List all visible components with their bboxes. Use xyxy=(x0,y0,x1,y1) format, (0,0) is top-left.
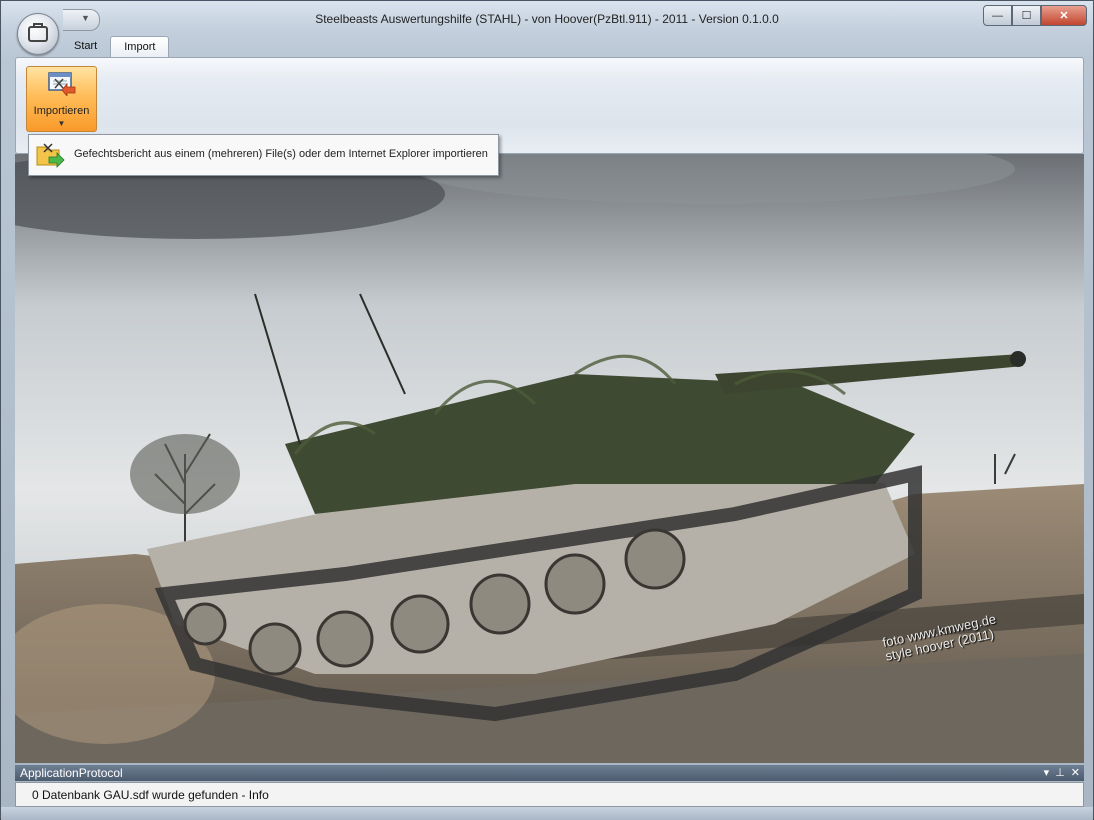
tank-photo xyxy=(15,154,1084,763)
close-icon: ✕ xyxy=(1059,10,1069,22)
minimize-icon: — xyxy=(992,9,1003,22)
maximize-icon: ☐ xyxy=(1021,10,1032,22)
import-button-label: Importieren xyxy=(33,105,90,117)
background-image-area: foto www.kmweg.de style hoover (2011) xyxy=(15,154,1084,763)
import-dropdown-menu: Gefechtsbericht aus einem (mehreren) Fil… xyxy=(28,134,499,176)
app-window: ▼ Steelbeasts Auswertungshilfe (STAHL) -… xyxy=(0,0,1094,820)
panel-menu-icon[interactable]: ▾ xyxy=(1044,765,1050,781)
panel-controls: ▾ ⊥ ✕ xyxy=(1044,765,1080,781)
title-bar: ▼ Steelbeasts Auswertungshilfe (STAHL) -… xyxy=(1,1,1093,35)
menu-item-import-report[interactable]: Gefechtsbericht aus einem (mehreren) Fil… xyxy=(74,148,488,160)
log-entry[interactable]: 0 Datenbank GAU.sdf wurde gefunden - Inf… xyxy=(32,788,269,802)
status-bar xyxy=(1,807,1093,820)
panel-close-icon[interactable]: ✕ xyxy=(1071,765,1080,781)
tab-start[interactable]: Start xyxy=(61,36,110,58)
dropdown-arrow-icon: ▼ xyxy=(57,119,66,128)
close-button[interactable]: ✕ xyxy=(1041,5,1087,26)
ribbon-tabs: Start Import xyxy=(61,36,170,58)
import-button[interactable]: Importieren ▼ xyxy=(26,66,97,132)
application-menu-button[interactable] xyxy=(17,13,59,55)
maximize-button[interactable]: ☐ xyxy=(1012,5,1041,26)
window-title: Steelbeasts Auswertungshilfe (STAHL) - v… xyxy=(315,12,779,26)
application-protocol-body: 0 Datenbank GAU.sdf wurde gefunden - Inf… xyxy=(15,782,1084,807)
panel-title: ApplicationProtocol xyxy=(20,766,123,780)
window-controls: — ☐ ✕ xyxy=(983,5,1087,26)
tab-import[interactable]: Import xyxy=(110,36,170,58)
minimize-button[interactable]: — xyxy=(983,5,1012,26)
import-file-icon xyxy=(48,72,76,96)
application-protocol-header: ApplicationProtocol ▾ ⊥ ✕ xyxy=(15,765,1084,781)
import-folder-icon xyxy=(36,143,65,168)
pin-icon[interactable]: ⊥ xyxy=(1055,765,1065,781)
briefcase-icon xyxy=(28,23,48,42)
